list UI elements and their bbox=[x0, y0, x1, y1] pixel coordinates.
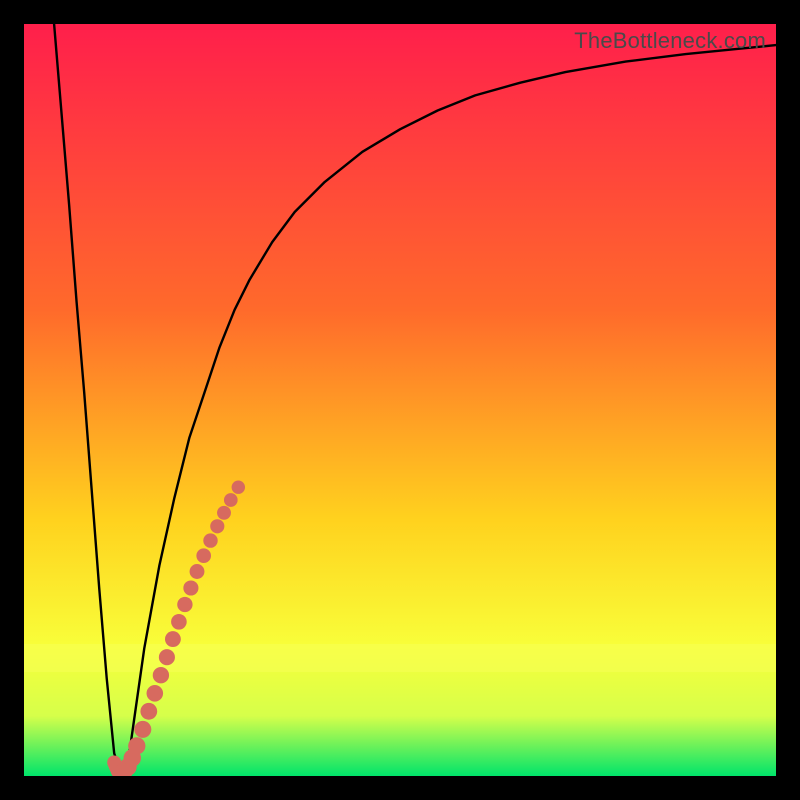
highlight-dot bbox=[128, 737, 145, 754]
highlight-dot bbox=[217, 506, 231, 520]
chart-frame: TheBottleneck.com bbox=[0, 0, 800, 800]
highlight-dot bbox=[196, 548, 211, 563]
chart-svg bbox=[24, 24, 776, 776]
highlight-dot bbox=[232, 480, 245, 493]
highlight-dot bbox=[183, 580, 198, 595]
highlight-dot bbox=[140, 703, 157, 720]
highlight-dot bbox=[134, 721, 151, 738]
highlight-dot bbox=[153, 667, 169, 683]
yellow-band bbox=[24, 644, 776, 672]
highlight-dot bbox=[159, 649, 175, 665]
highlight-dot bbox=[177, 597, 192, 612]
highlight-dot bbox=[203, 533, 217, 547]
watermark-text: TheBottleneck.com bbox=[574, 28, 766, 54]
highlight-dot bbox=[165, 631, 181, 647]
highlight-dot bbox=[224, 493, 238, 507]
highlight-dot bbox=[147, 685, 164, 702]
plot-area: TheBottleneck.com bbox=[24, 24, 776, 776]
highlight-dot bbox=[171, 614, 187, 630]
highlight-dot bbox=[190, 564, 205, 579]
highlight-dot bbox=[210, 519, 224, 533]
